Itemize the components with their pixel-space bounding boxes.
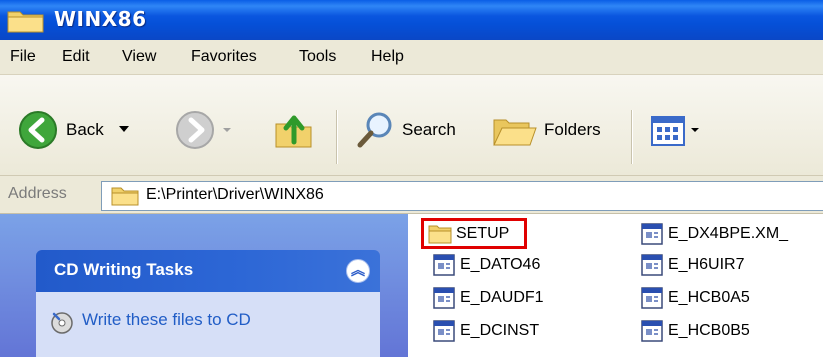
selection-highlight — [421, 218, 527, 249]
file-name: E_DAUDF1 — [460, 289, 544, 306]
file-name: E_DX4BPE.XM_ — [668, 225, 789, 242]
toolbar-separator — [631, 110, 632, 164]
collapse-chevron-icon[interactable]: ︽ — [346, 259, 370, 283]
file-name: E_HCB0B5 — [668, 322, 750, 339]
toolbar-separator — [336, 110, 337, 164]
system-file-icon — [641, 254, 663, 276]
back-button-label[interactable]: Back — [66, 120, 104, 140]
back-dropdown-icon[interactable] — [118, 125, 130, 133]
system-file-icon — [641, 223, 663, 245]
up-folder-icon[interactable] — [272, 108, 316, 152]
write-files-to-cd-link[interactable]: Write these files to CD — [82, 310, 251, 330]
views-dropdown-icon[interactable] — [690, 127, 700, 133]
menu-edit[interactable]: Edit — [62, 48, 90, 66]
task-section-body: Write these files to CD — [36, 292, 380, 357]
folder-icon — [7, 11, 44, 33]
search-button-label[interactable]: Search — [402, 120, 456, 140]
menu-file[interactable]: File — [10, 48, 36, 66]
address-input[interactable]: E:\Printer\Driver\WINX86 — [101, 181, 823, 211]
task-section-title: CD Writing Tasks — [54, 260, 194, 279]
system-file-icon — [641, 287, 663, 309]
menu-favorites[interactable]: Favorites — [191, 48, 257, 66]
window-title: WINX86 — [54, 7, 147, 31]
cd-write-icon — [51, 312, 73, 334]
address-path: E:\Printer\Driver\WINX86 — [146, 186, 324, 203]
views-icon[interactable] — [651, 116, 685, 146]
folders-icon[interactable] — [490, 110, 538, 150]
menu-tools[interactable]: Tools — [299, 48, 336, 66]
menu-help[interactable]: Help — [371, 48, 404, 66]
file-name: E_HCB0A5 — [668, 289, 750, 306]
system-file-icon — [433, 320, 455, 342]
system-file-icon — [433, 287, 455, 309]
forward-arrow-icon[interactable] — [175, 110, 215, 150]
menu-bar: File Edit View Favorites Tools Help — [0, 40, 823, 75]
address-bar: Address E:\Printer\Driver\WINX86 — [0, 177, 823, 214]
system-file-icon — [641, 320, 663, 342]
system-file-icon — [433, 254, 455, 276]
forward-dropdown-icon[interactable] — [222, 127, 232, 133]
search-icon[interactable] — [355, 110, 395, 150]
cd-writing-tasks-header[interactable]: CD Writing Tasks ︽ — [36, 250, 380, 292]
file-name: E_DCINST — [460, 322, 540, 339]
menu-view[interactable]: View — [122, 48, 156, 66]
file-name: E_DATO46 — [460, 256, 541, 273]
back-arrow-icon[interactable] — [18, 110, 58, 150]
address-label: Address — [8, 185, 67, 202]
task-pane: CD Writing Tasks ︽ Write these files to … — [0, 214, 408, 357]
folder-icon — [111, 187, 139, 206]
title-bar[interactable]: WINX86 — [0, 0, 823, 40]
file-name: E_H6UIR7 — [668, 256, 745, 273]
folders-button-label[interactable]: Folders — [544, 120, 601, 140]
